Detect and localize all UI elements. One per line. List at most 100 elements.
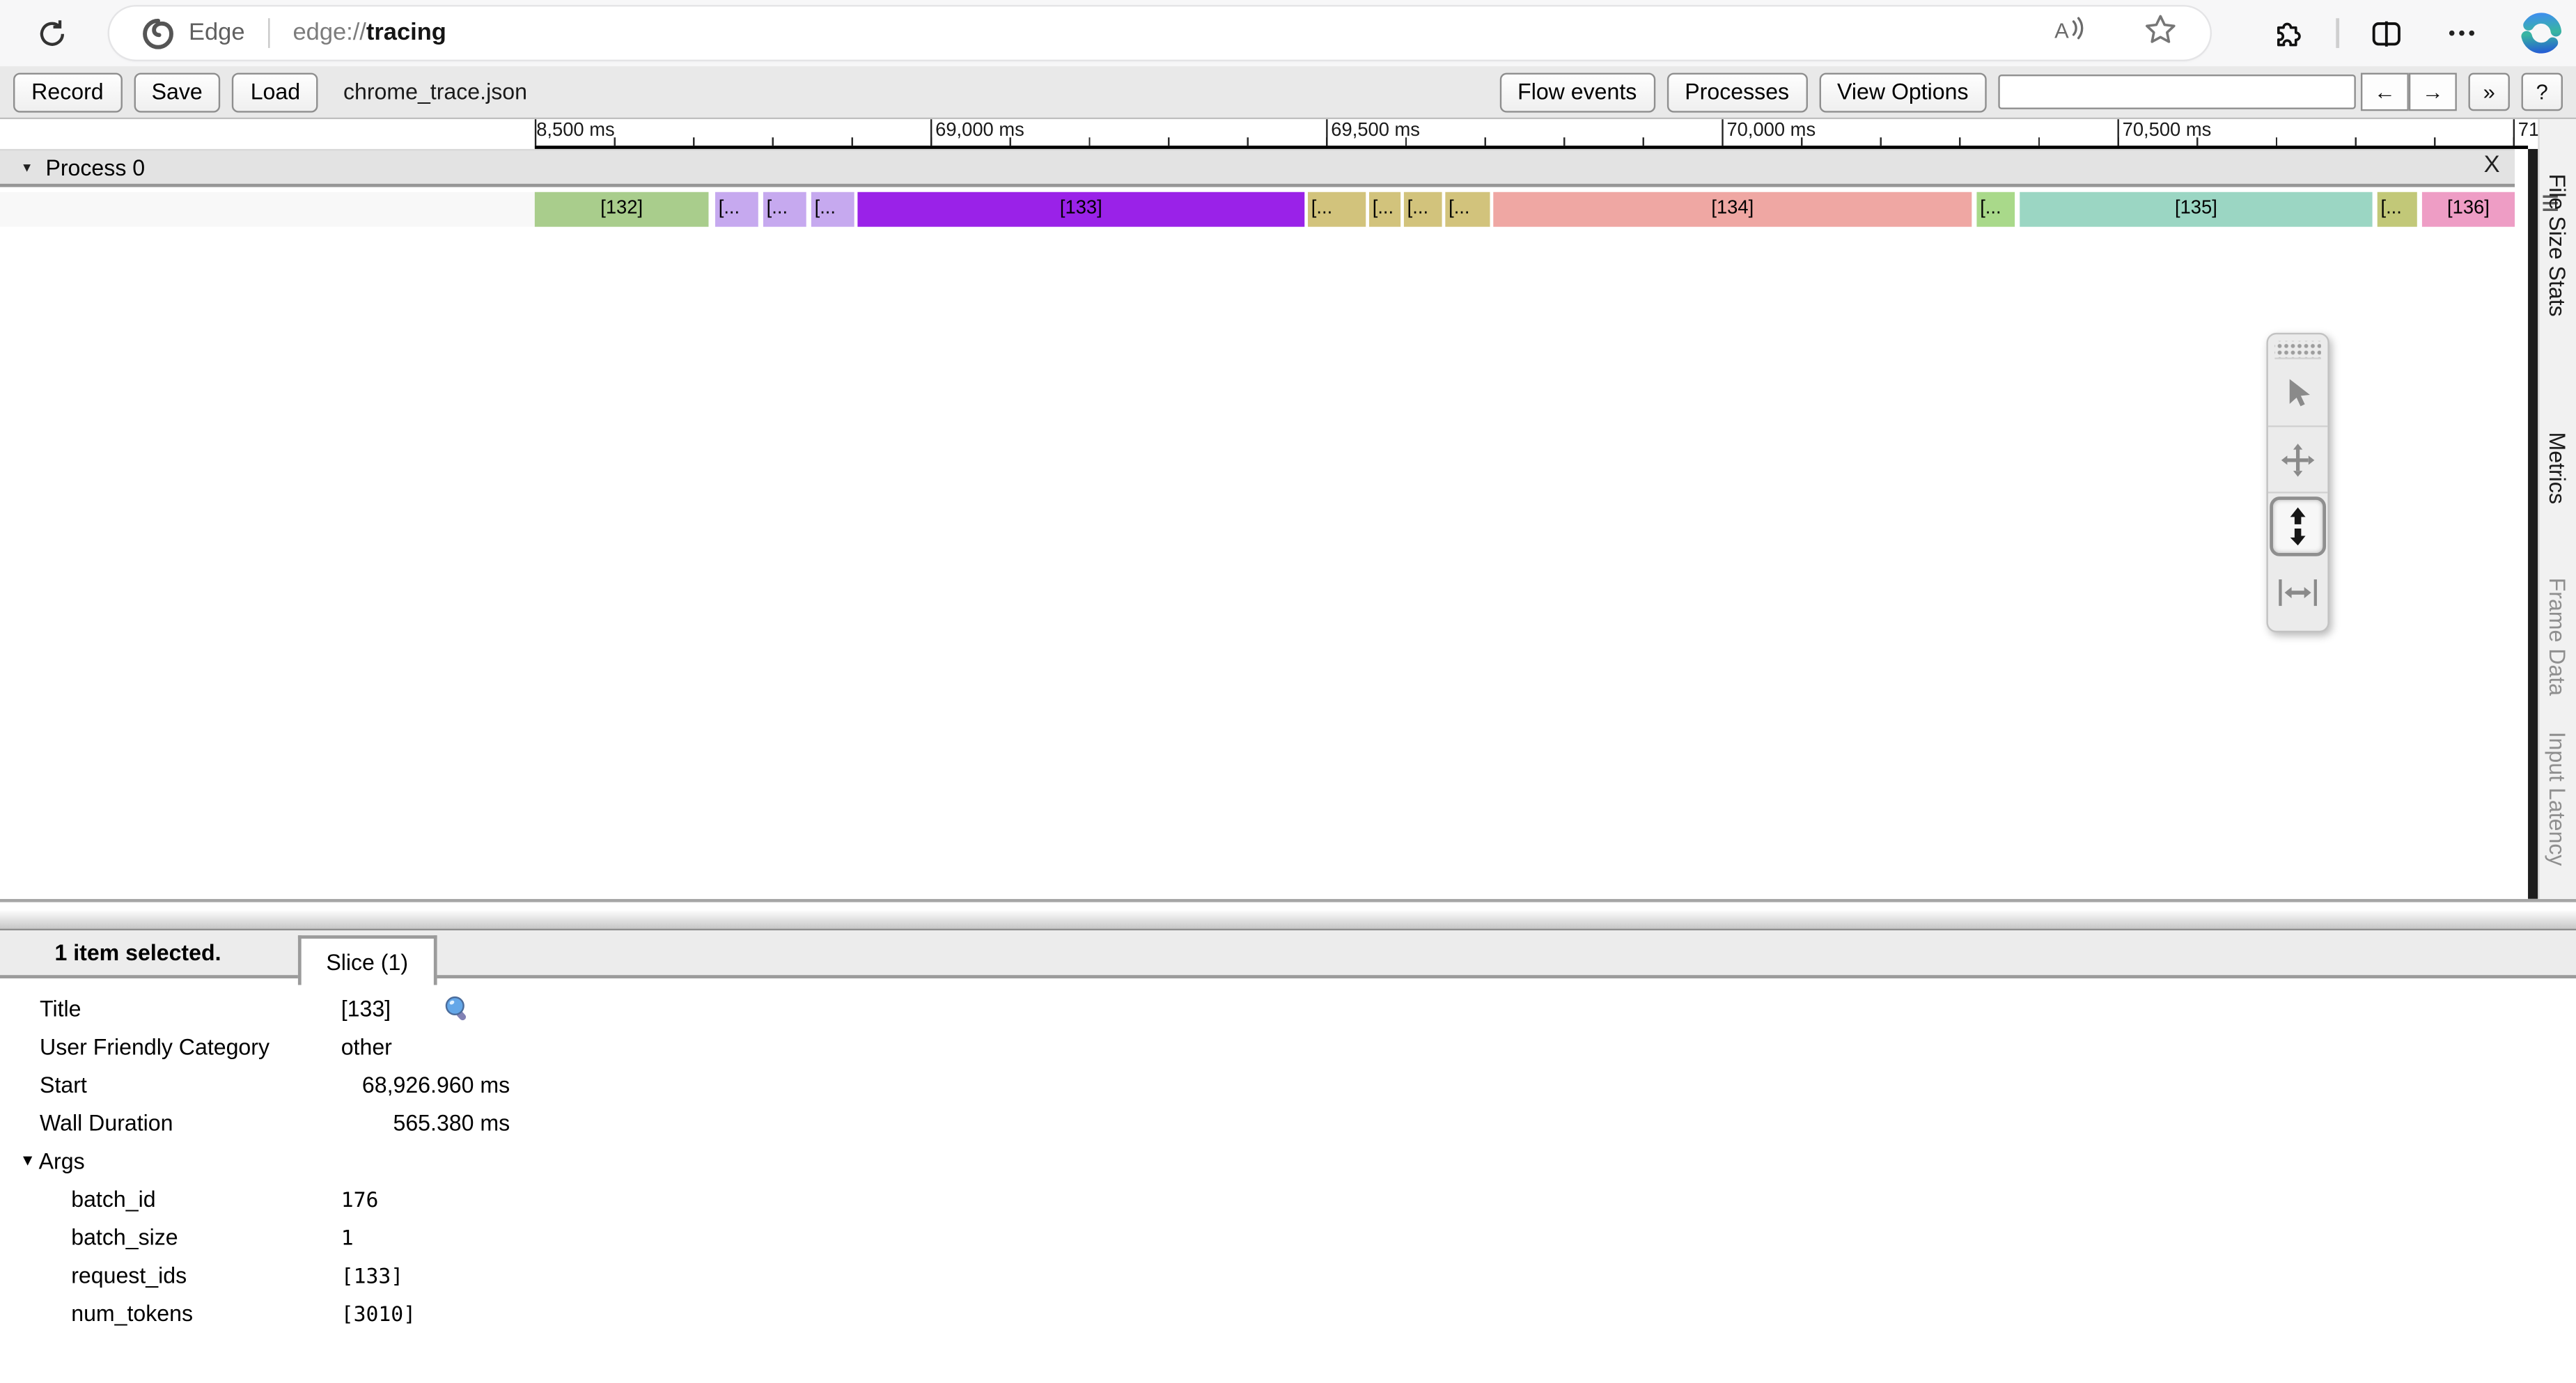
trace-slice[interactable]: [... <box>2378 192 2417 227</box>
cursor-arrow-icon <box>2283 377 2313 410</box>
find-slice-magnifier-icon[interactable] <box>444 995 470 1023</box>
trace-slice[interactable]: [135] <box>2020 192 2372 227</box>
detail-value: [133] <box>341 997 391 1022</box>
panel-tab-input-latency[interactable]: Input Latency <box>2545 732 2570 866</box>
panel-tab-frame-data[interactable]: Frame Data <box>2545 578 2570 696</box>
arg-row-batch-size: batch_size 1 <box>0 1219 2576 1257</box>
arg-label: request_ids <box>0 1263 341 1288</box>
split-screen-icon[interactable] <box>2367 15 2403 51</box>
args-label: Args <box>39 1149 85 1174</box>
url-text[interactable]: edge://tracing <box>292 20 446 47</box>
ruler-tick-label: 69,000 ms <box>935 121 1024 141</box>
arg-label: batch_id <box>0 1187 341 1212</box>
arg-value: [133] <box>341 1263 403 1288</box>
trace-slice[interactable]: [134] <box>1493 192 1972 227</box>
close-process-button[interactable]: X <box>2484 153 2500 179</box>
trace-slice[interactable]: [132] <box>535 192 709 227</box>
address-divider <box>268 18 270 48</box>
panel-tab-metrics[interactable]: Metrics <box>2545 432 2570 503</box>
detail-label: Title <box>0 997 341 1022</box>
ruler-tick-label: 70,500 ms <box>2123 121 2212 141</box>
extensions-puzzle-icon[interactable] <box>2270 15 2306 51</box>
tool-palette <box>2266 333 2329 632</box>
detail-row-title: Title [133] <box>0 990 2576 1029</box>
selection-status: 1 item selected. <box>54 940 221 965</box>
panel-splitter-handle[interactable] <box>0 910 2576 930</box>
trace-slice[interactable]: [... <box>1369 192 1400 227</box>
palette-grip[interactable] <box>2274 341 2321 359</box>
arg-value: 1 <box>341 1225 354 1250</box>
trace-track: [132][...[...[...[133][...[...[...[...[1… <box>0 192 2515 227</box>
track-label-column <box>0 192 535 227</box>
arg-value: [3010] <box>341 1302 416 1327</box>
trace-slice[interactable]: [... <box>763 192 806 227</box>
load-button[interactable]: Load <box>233 72 319 111</box>
select-tool-button[interactable] <box>2268 361 2328 427</box>
find-input[interactable] <box>1998 75 2355 109</box>
copilot-icon[interactable] <box>2520 12 2563 55</box>
address-bar[interactable]: Edge edge://tracing A <box>109 7 2210 60</box>
trace-toolbar: Record Save Load chrome_trace.json Flow … <box>0 66 2576 119</box>
detail-value: 68,926.960 ms <box>341 1072 510 1097</box>
detail-value: other <box>341 1035 392 1060</box>
trace-slice[interactable]: [... <box>1404 192 1442 227</box>
pan-move-icon <box>2279 442 2316 478</box>
pan-tool-button[interactable] <box>2268 427 2328 493</box>
view-options-button[interactable]: View Options <box>1819 72 1987 111</box>
slice-tab[interactable]: Slice (1) <box>298 935 437 985</box>
processes-button[interactable]: Processes <box>1666 72 1807 111</box>
trace-slice[interactable]: [... <box>1445 192 1490 227</box>
url-scheme: edge:// <box>292 20 366 47</box>
flow-events-button[interactable]: Flow events <box>1499 72 1655 111</box>
browser-chrome-bar: Edge edge://tracing A <box>0 0 2576 66</box>
save-button[interactable]: Save <box>133 72 220 111</box>
analysis-panel-header: 1 item selected. Slice (1) <box>0 930 2576 978</box>
arg-label: num_tokens <box>0 1302 341 1327</box>
trace-slice[interactable]: [136] <box>2422 192 2515 227</box>
args-section-header[interactable]: ▼ Args <box>0 1142 2576 1180</box>
reload-button[interactable] <box>26 8 76 58</box>
args-toggle-icon[interactable]: ▼ <box>20 1152 36 1171</box>
find-previous-button[interactable]: ← <box>2361 73 2409 111</box>
browser-brand-label: Edge <box>189 20 245 47</box>
record-button[interactable]: Record <box>13 72 122 111</box>
timing-tool-button[interactable] <box>2268 560 2328 626</box>
favorite-star-icon[interactable] <box>2144 13 2178 54</box>
slice-details: Title [133] User Friendly Category other… <box>0 978 2576 1333</box>
collapse-arrow-icon[interactable]: ▾ <box>23 158 31 176</box>
arg-row-batch-id: batch_id 176 <box>0 1180 2576 1219</box>
overflow-button[interactable]: » <box>2468 73 2509 111</box>
trace-slice[interactable]: [... <box>715 192 758 227</box>
url-host: tracing <box>366 20 446 47</box>
trace-slice[interactable]: [... <box>811 192 854 227</box>
ruler-tick-label: 69,500 ms <box>1331 121 1420 141</box>
read-aloud-icon[interactable]: A <box>2053 13 2089 54</box>
edge-logo-icon <box>142 17 173 49</box>
zoom-tool-button[interactable] <box>2270 497 2326 556</box>
splitter-gap <box>0 903 2576 911</box>
panel-tab-file-size-stats[interactable]: File Size Stats <box>2545 174 2570 317</box>
timeline-view[interactable]: 8,500 ms 69,000 ms 69,500 ms 70,000 ms 7… <box>0 119 2576 899</box>
ruler-tick-label: 70,000 ms <box>1726 121 1816 141</box>
trace-slice[interactable]: [133] <box>857 192 1304 227</box>
process-title: Process 0 <box>45 155 145 180</box>
svg-text:A: A <box>2054 17 2069 42</box>
process-header[interactable]: ▾ Process 0 X <box>0 149 2515 187</box>
help-button[interactable]: ? <box>2522 73 2563 111</box>
trace-slice[interactable]: [... <box>1308 192 1366 227</box>
trace-slice[interactable]: [... <box>1976 192 2015 227</box>
detail-label: Wall Duration <box>0 1111 341 1136</box>
timeline-scrollbar[interactable] <box>2528 149 2537 899</box>
arg-label: batch_size <box>0 1225 341 1250</box>
detail-row-category: User Friendly Category other <box>0 1028 2576 1066</box>
detail-row-start: Start 68,926.960 ms <box>0 1066 2576 1104</box>
detail-row-wall-duration: Wall Duration 565.380 ms <box>0 1104 2576 1143</box>
find-next-button[interactable]: → <box>2409 73 2457 111</box>
toolbar-divider <box>2336 18 2339 48</box>
detail-label: Start <box>0 1072 341 1097</box>
more-menu-icon[interactable] <box>2444 15 2480 51</box>
arg-row-num-tokens: num_tokens [3010] <box>0 1295 2576 1333</box>
arg-value: 176 <box>341 1187 379 1212</box>
reload-icon <box>36 17 67 49</box>
ruler-tick-label: 8,500 ms <box>536 121 614 141</box>
